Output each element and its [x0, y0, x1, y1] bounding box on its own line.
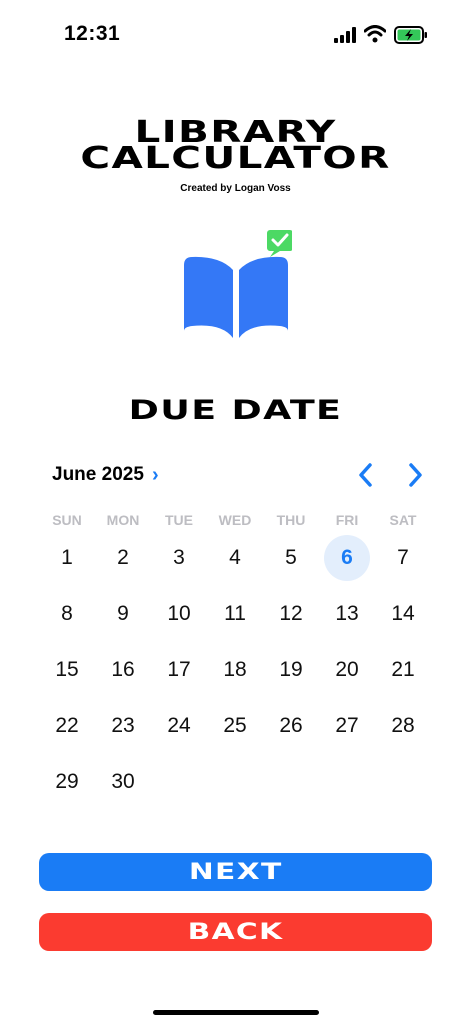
- status-bar: 12:31: [0, 0, 471, 70]
- calendar-days-grid: 1 2 3 4 5 6 7 8 9 10 11 12 13 14 15 16 17 18 19 20 21 22 23 24 2…: [39, 530, 431, 810]
- calendar-day-number: 15: [55, 658, 79, 681]
- next-button[interactable]: NEXT: [39, 853, 432, 891]
- weekday-label: WED: [218, 512, 252, 528]
- calendar-day[interactable]: 9: [95, 586, 151, 642]
- calendar-day-number: 7: [397, 546, 409, 569]
- calendar-day[interactable]: 3: [151, 530, 207, 586]
- month-year-label[interactable]: June 2025: [52, 464, 144, 486]
- wifi-icon: [364, 25, 386, 43]
- calendar-day-number: 28: [391, 714, 415, 737]
- next-button-label: NEXT: [188, 859, 283, 885]
- calendar-day[interactable]: 23: [95, 698, 151, 754]
- calendar-day[interactable]: 29: [39, 754, 95, 810]
- weekday-header: SUN MON TUE WED THU FRI SAT: [39, 512, 431, 528]
- calendar-day[interactable]: 1: [39, 530, 95, 586]
- calendar-day-number: 25: [223, 714, 247, 737]
- calendar-day-number: 23: [111, 714, 135, 737]
- signal-icon: [334, 27, 356, 43]
- calendar-day-number: 6: [324, 535, 370, 581]
- calendar-day[interactable]: 14: [375, 586, 431, 642]
- calendar-day-number: 26: [279, 714, 303, 737]
- calendar-day[interactable]: 20: [319, 642, 375, 698]
- app-subtitle: Created by Logan Voss: [180, 183, 291, 194]
- month-picker-chevron-icon[interactable]: ›: [152, 464, 159, 487]
- calendar-day[interactable]: 16: [95, 642, 151, 698]
- calendar-day-number: 18: [223, 658, 247, 681]
- calendar-day-number: 14: [391, 602, 415, 625]
- calendar-day-number: 13: [335, 602, 359, 625]
- calendar-day[interactable]: 11: [207, 586, 263, 642]
- calendar-day[interactable]: 21: [375, 642, 431, 698]
- weekday-label: TUE: [165, 512, 193, 528]
- back-button-label: BACK: [187, 919, 284, 945]
- calendar-day-number: 8: [61, 602, 73, 625]
- weekday-label: SUN: [52, 512, 82, 528]
- weekday-label: THU: [276, 512, 306, 528]
- calendar-day-number: 1: [61, 546, 73, 569]
- calendar-day[interactable]: 28: [375, 698, 431, 754]
- calendar-day[interactable]: 19: [263, 642, 319, 698]
- calendar-day[interactable]: 27: [319, 698, 375, 754]
- calendar-day-number: 19: [279, 658, 303, 681]
- due-date-heading: DUE DATE: [128, 395, 343, 426]
- calendar-day[interactable]: 2: [95, 530, 151, 586]
- calendar-day[interactable]: 22: [39, 698, 95, 754]
- calendar-day-number: 16: [111, 658, 135, 681]
- calendar-day-number: 9: [117, 602, 129, 625]
- calendar-day[interactable]: 24: [151, 698, 207, 754]
- calendar-day[interactable]: 26: [263, 698, 319, 754]
- calendar-day-number: 24: [167, 714, 191, 737]
- calendar-day[interactable]: 25: [207, 698, 263, 754]
- calendar-day-number: 10: [167, 602, 191, 625]
- calendar-day[interactable]: 7: [375, 530, 431, 586]
- calendar-day-number: 4: [229, 546, 241, 569]
- back-button[interactable]: BACK: [39, 913, 432, 951]
- battery-charging-icon: [394, 26, 427, 44]
- calendar-day-number: 29: [55, 770, 79, 793]
- calendar-day[interactable]: 12: [263, 586, 319, 642]
- chevron-right-icon[interactable]: [404, 462, 426, 488]
- app-title: LIBRARY CALCULATOR: [0, 118, 471, 176]
- weekday-label: FRI: [335, 512, 359, 528]
- calendar-day[interactable]: 15: [39, 642, 95, 698]
- calendar-day-number: 21: [391, 658, 415, 681]
- calendar-day[interactable]: 18: [207, 642, 263, 698]
- calendar-day[interactable]: 10: [151, 586, 207, 642]
- calendar-day[interactable]: 17: [151, 642, 207, 698]
- calendar-day-number: 30: [111, 770, 135, 793]
- calendar-day-number: 5: [285, 546, 297, 569]
- calendar-day[interactable]: 30: [95, 754, 151, 810]
- checkmark-badge-icon: [267, 230, 292, 257]
- calendar-day-number: 17: [167, 658, 191, 681]
- calendar-day-number: 27: [335, 714, 359, 737]
- status-time: 12:31: [64, 22, 121, 45]
- calendar-day[interactable]: 5: [263, 530, 319, 586]
- calendar-day[interactable]: 4: [207, 530, 263, 586]
- calendar-day-number: 12: [279, 602, 303, 625]
- calendar-day-number: 11: [224, 602, 246, 625]
- chevron-left-icon[interactable]: [355, 462, 377, 488]
- calendar-day[interactable]: 8: [39, 586, 95, 642]
- calendar-day-number: 20: [335, 658, 359, 681]
- weekday-label: MON: [106, 512, 140, 528]
- app-title-line-2: CALCULATOR: [80, 141, 391, 176]
- calendar-day[interactable]: 13: [319, 586, 375, 642]
- weekday-label: SAT: [389, 512, 417, 528]
- home-indicator: [153, 1010, 319, 1015]
- calendar-day-number: 3: [173, 546, 185, 569]
- calendar-day-number: 22: [55, 714, 79, 737]
- calendar-day-selected[interactable]: 6: [319, 530, 375, 586]
- calendar-day-number: 2: [117, 546, 129, 569]
- open-book-icon: [184, 230, 292, 338]
